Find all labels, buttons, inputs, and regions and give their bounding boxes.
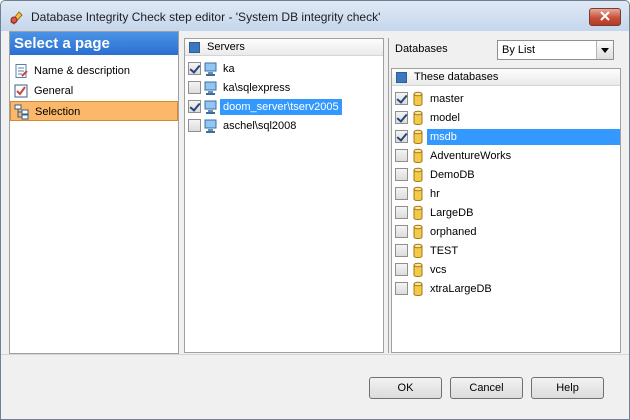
database-row[interactable]: hr xyxy=(392,184,620,203)
database-checkbox[interactable] xyxy=(395,244,408,257)
database-row[interactable]: xtraLargeDB xyxy=(392,279,620,298)
dialog-content: Select a page Name & description General… xyxy=(9,31,622,354)
app-icon xyxy=(9,9,25,25)
servers-list[interactable]: Servers ka ka\sqlexpress doom_server\tse… xyxy=(184,38,384,353)
database-icon xyxy=(410,129,426,145)
database-name: hr xyxy=(430,188,440,200)
nav-item-general[interactable]: General xyxy=(10,81,178,101)
close-icon xyxy=(600,10,610,24)
nav-item-name-description[interactable]: Name & description xyxy=(10,61,178,81)
server-checkbox[interactable] xyxy=(188,100,201,113)
database-checkbox[interactable] xyxy=(395,225,408,238)
database-row[interactable]: master xyxy=(392,89,620,108)
database-checkbox[interactable] xyxy=(395,206,408,219)
database-name: TEST xyxy=(430,245,459,257)
database-icon xyxy=(410,186,426,202)
server-checkbox[interactable] xyxy=(188,81,201,94)
database-name: orphaned xyxy=(430,226,477,238)
database-checkbox[interactable] xyxy=(395,92,408,105)
database-checkbox[interactable] xyxy=(395,149,408,162)
chevron-down-icon[interactable] xyxy=(596,41,613,59)
database-name: model xyxy=(430,112,460,124)
databases-label: Databases xyxy=(395,43,448,55)
server-checkbox[interactable] xyxy=(188,62,201,75)
database-checkbox[interactable] xyxy=(395,263,408,276)
databases-header-label: These databases xyxy=(414,71,499,83)
database-name: vcs xyxy=(430,264,447,276)
button-bar: OK Cancel Help xyxy=(1,354,629,419)
database-name: xtraLargeDB xyxy=(430,283,492,295)
database-icon xyxy=(410,110,426,126)
server-row[interactable]: aschel\sql2008 xyxy=(185,116,383,135)
database-name: LargeDB xyxy=(430,207,474,219)
database-name: DemoDB xyxy=(430,169,475,181)
nav-item-label: Selection xyxy=(35,106,81,118)
window-title: Database Integrity Check step editor - '… xyxy=(31,10,381,24)
select-all-icon[interactable] xyxy=(396,72,407,83)
database-row[interactable]: msdb xyxy=(392,127,620,146)
server-icon xyxy=(203,80,219,96)
database-icon xyxy=(410,91,426,107)
database-checkbox[interactable] xyxy=(395,282,408,295)
database-icon xyxy=(410,281,426,297)
document-icon xyxy=(13,63,29,79)
server-row[interactable]: doom_server\tserv2005 xyxy=(185,97,383,116)
checklist-icon xyxy=(13,83,29,99)
nav-item-label: Name & description xyxy=(34,65,130,77)
title-bar[interactable]: Database Integrity Check step editor - '… xyxy=(1,1,629,31)
cancel-button[interactable]: Cancel xyxy=(450,377,523,399)
server-name: doom_server\tserv2005 xyxy=(220,99,342,115)
server-row[interactable]: ka\sqlexpress xyxy=(185,78,383,97)
server-icon xyxy=(203,99,219,115)
server-name: ka xyxy=(223,63,235,75)
server-icon xyxy=(203,118,219,134)
database-checkbox[interactable] xyxy=(395,168,408,181)
database-icon xyxy=(410,167,426,183)
database-icon xyxy=(410,148,426,164)
database-name: master xyxy=(430,93,464,105)
databases-toolbar: Databases By List xyxy=(389,38,621,64)
nav-item-selection[interactable]: Selection xyxy=(10,101,178,121)
servers-header[interactable]: Servers xyxy=(185,39,383,56)
ok-button[interactable]: OK xyxy=(369,377,442,399)
database-row[interactable]: LargeDB xyxy=(392,203,620,222)
database-icon xyxy=(410,205,426,221)
database-row[interactable]: vcs xyxy=(392,260,620,279)
databases-panel: Databases By List These databases master xyxy=(388,38,621,353)
database-checkbox[interactable] xyxy=(395,111,408,124)
page-selector-header: Select a page xyxy=(10,32,178,55)
server-row[interactable]: ka xyxy=(185,59,383,78)
database-icon xyxy=(410,224,426,240)
databases-header[interactable]: These databases xyxy=(392,69,620,86)
database-row[interactable]: model xyxy=(392,108,620,127)
database-checkbox[interactable] xyxy=(395,187,408,200)
database-name: AdventureWorks xyxy=(430,150,512,162)
databases-mode-value: By List xyxy=(502,44,536,56)
servers-header-label: Servers xyxy=(207,41,245,53)
select-all-icon[interactable] xyxy=(189,42,200,53)
database-name: msdb xyxy=(427,129,620,145)
database-row[interactable]: DemoDB xyxy=(392,165,620,184)
tree-icon xyxy=(14,104,30,120)
page-selector: Select a page Name & description General… xyxy=(9,31,179,354)
database-icon xyxy=(410,262,426,278)
server-icon xyxy=(203,61,219,77)
database-row[interactable]: AdventureWorks xyxy=(392,146,620,165)
database-row[interactable]: orphaned xyxy=(392,222,620,241)
databases-mode-select[interactable]: By List xyxy=(497,40,614,60)
server-name: ka\sqlexpress xyxy=(223,82,291,94)
help-button[interactable]: Help xyxy=(531,377,604,399)
database-icon xyxy=(410,243,426,259)
nav-item-label: General xyxy=(34,85,74,97)
close-button[interactable] xyxy=(589,8,621,26)
dialog-window: Database Integrity Check step editor - '… xyxy=(0,0,630,420)
server-name: aschel\sql2008 xyxy=(223,120,297,132)
database-row[interactable]: TEST xyxy=(392,241,620,260)
database-checkbox[interactable] xyxy=(395,130,408,143)
databases-list[interactable]: These databases master model msdb Advent… xyxy=(391,68,621,353)
server-checkbox[interactable] xyxy=(188,119,201,132)
